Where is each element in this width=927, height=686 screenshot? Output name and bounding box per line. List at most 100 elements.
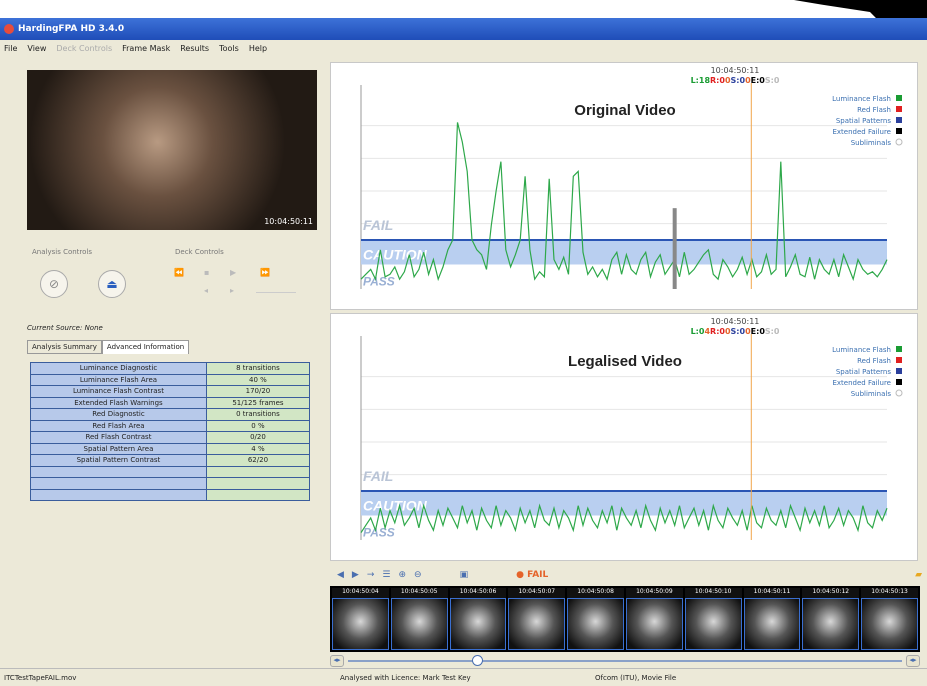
info-value: 0 transitions	[205, 408, 311, 421]
menu-help[interactable]: Help	[249, 44, 267, 53]
legend-label: Subliminals	[851, 390, 892, 398]
thumbnail[interactable]: 10:04:50:07	[508, 588, 566, 650]
camera-icon[interactable]: ▣	[460, 570, 469, 580]
rewind-icon[interactable]: ⏪	[174, 268, 184, 277]
info-key: Luminance Diagnostic	[30, 362, 207, 375]
table-row: Luminance Flash Contrast 170/20	[30, 385, 311, 398]
slider-right-button[interactable]: ◂▸	[906, 655, 920, 667]
thumbnail[interactable]: 10:04:50:04	[332, 588, 389, 650]
status-segment: S:0	[765, 327, 780, 336]
folder-icon[interactable]: ▰	[915, 570, 922, 580]
thumbnail[interactable]: 10:04:50:06	[449, 588, 507, 650]
slider-knob[interactable]	[472, 655, 483, 666]
legalised-chart-panel: FAIL CAUTION PASS Legalised Video 10:04:50:1…	[330, 313, 918, 561]
stop-icon[interactable]: ▪	[204, 268, 209, 277]
slider-left-button[interactable]: ◂▸	[330, 655, 344, 667]
list-icon[interactable]: ☰	[382, 570, 390, 580]
info-key: Red Flash Area	[30, 419, 207, 432]
thumbnail-image	[802, 598, 860, 650]
zone-label-caution: CAUTION	[363, 498, 428, 514]
tab-advanced-information[interactable]: Advanced Information	[101, 340, 190, 354]
status-mode: Ofcom (ITU), Movie File	[595, 673, 677, 682]
legend-swatch	[896, 95, 902, 101]
info-value	[205, 488, 311, 501]
original-chart-panel: FAIL CAUTION PASS Original Video 10:04:50:11…	[330, 62, 918, 310]
thumbnail-image	[449, 598, 507, 650]
thumbnail-image	[567, 598, 624, 650]
zoom-in-icon[interactable]: ⊕	[398, 570, 406, 580]
thumbnail[interactable]: 10:04:50:13	[861, 588, 918, 650]
current-source: Current Source: None	[27, 324, 103, 332]
right-panel: FAIL CAUTION PASS Original Video 10:04:50:11…	[325, 56, 927, 676]
info-key: Spatial Pattern Contrast	[30, 454, 207, 467]
analysis-controls-label: Analysis Controls	[32, 248, 93, 256]
legend-label: Red Flash	[857, 357, 891, 365]
legend-label: Spatial Patterns	[836, 368, 892, 376]
thumbnail-timecode: 10:04:50:05	[390, 588, 448, 598]
play-icon[interactable]: ▶	[230, 268, 236, 277]
info-key: Luminance Flash Area	[30, 373, 207, 386]
info-value: 0/20	[205, 431, 311, 444]
thumbnail[interactable]: 10:04:50:08	[567, 588, 624, 650]
chart-status-line: L:18R:00S:00E:0S:0	[691, 76, 780, 85]
info-value: 0 %	[205, 419, 311, 432]
menu-frame-mask[interactable]: Frame Mask	[122, 44, 170, 53]
previous-icon[interactable]: ◀	[337, 570, 344, 580]
table-row	[30, 488, 311, 501]
menu-deck-controls[interactable]: Deck Controls	[56, 44, 112, 53]
menu-view[interactable]: View	[27, 44, 46, 53]
legend-swatch	[895, 138, 903, 146]
legend-label: Extended Failure	[832, 128, 891, 136]
chart-status-line: L:04R:00S:00E:0S:0	[691, 327, 780, 336]
thumbnail[interactable]: 10:04:50:05	[390, 588, 448, 650]
info-key	[30, 477, 207, 490]
info-value: 62/20	[205, 454, 311, 467]
table-row: Luminance Flash Area 40 %	[30, 373, 311, 386]
thumbnail[interactable]: 10:04:50:12	[802, 588, 860, 650]
window-title: HardingFPA HD 3.4.0	[18, 24, 125, 34]
step-forward-icon[interactable]: ▸	[230, 286, 234, 295]
zoom-out-icon[interactable]: ⊖	[414, 570, 422, 580]
video-preview: 10:04:50:11	[27, 70, 317, 230]
fast-forward-icon[interactable]: ⏩	[260, 268, 270, 277]
thumbnail[interactable]: 10:04:50:09	[625, 588, 683, 650]
menu-bar: File View Deck Controls Frame Mask Results To…	[0, 40, 927, 56]
thumbnail-image	[625, 598, 683, 650]
thumbnail[interactable]: 10:04:50:10	[684, 588, 742, 650]
timeline-slider[interactable]: ◂▸ ◂▸	[330, 655, 920, 667]
status-bar: ITCTestTapeFAIL.mov Analysed with Licenc…	[0, 668, 927, 686]
menu-tools[interactable]: Tools	[219, 44, 239, 53]
analyse-icon: ⊘	[48, 277, 60, 291]
info-key	[30, 488, 207, 501]
thumbnail-image	[390, 598, 448, 650]
legend-label: Red Flash	[857, 106, 891, 114]
menu-file[interactable]: File	[4, 44, 17, 53]
thumbnail-strip: 10:04:50:04 10:04:50:05 10:04:50:06 10:04:5…	[330, 586, 920, 652]
menu-results[interactable]: Results	[180, 44, 209, 53]
deck-jog-slider[interactable]	[256, 292, 296, 293]
analyse-button[interactable]: ⊘	[40, 270, 68, 298]
info-value	[205, 465, 311, 478]
chart-timecode: 10:04:50:11	[711, 66, 760, 75]
table-row: Luminance Diagnostic 8 transitions	[30, 362, 311, 375]
thumbnail-timecode: 10:04:50:13	[861, 588, 918, 598]
info-value: 40 %	[205, 373, 311, 386]
arrow-icon[interactable]: →	[367, 570, 375, 580]
title-bar: HardingFPA HD 3.4.0	[0, 18, 927, 40]
step-back-icon[interactable]: ◂	[204, 286, 208, 295]
table-row	[30, 465, 311, 478]
status-segment: L:0	[691, 327, 705, 336]
thumbnail-image	[508, 598, 566, 650]
chart-title: Original Video	[574, 102, 675, 119]
info-tabs: Analysis Summary Advanced Information	[27, 340, 190, 354]
tab-analysis-summary[interactable]: Analysis Summary	[27, 340, 102, 354]
table-row: Extended Flash Warnings 51/125 frames	[30, 396, 311, 409]
legend-swatch	[896, 117, 902, 123]
thumbnail[interactable]: 10:04:50:11	[743, 588, 801, 650]
next-icon[interactable]: ▶	[352, 570, 359, 580]
eject-button[interactable]: ⏏	[98, 270, 126, 298]
thumbnail-image	[861, 598, 918, 650]
slider-track[interactable]	[348, 660, 902, 662]
zone-label-fail: FAIL	[363, 468, 393, 484]
legend-label: Subliminals	[851, 139, 892, 147]
